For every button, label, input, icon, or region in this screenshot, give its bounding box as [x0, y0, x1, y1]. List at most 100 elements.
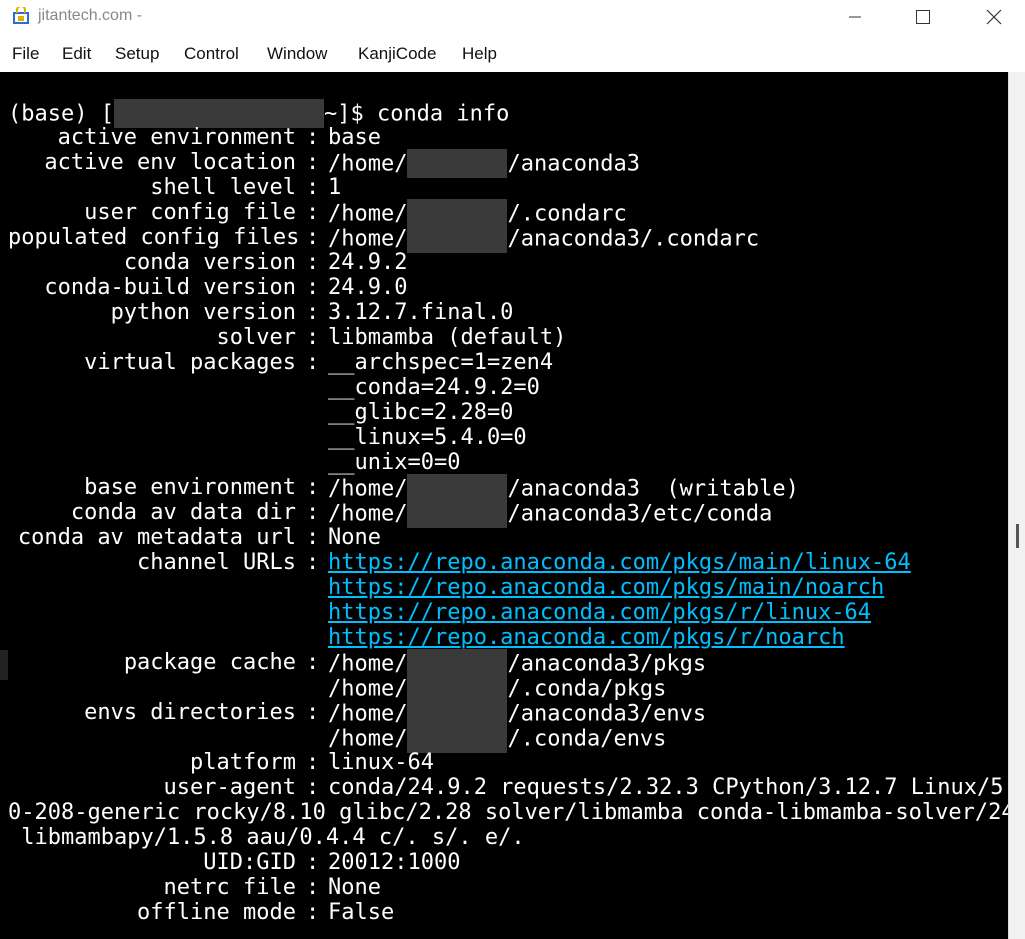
info-colon: : — [306, 750, 320, 775]
value-text: __archspec=1=zen4 — [328, 350, 554, 375]
channel-url-link[interactable]: https://repo.anaconda.com/pkgs/main/linu… — [328, 550, 911, 575]
app-icon — [13, 7, 29, 24]
path-suffix: /anaconda3 — [507, 151, 640, 177]
terminal-window: jitantech.com - File Edit Setup Control … — [0, 0, 1025, 939]
menu-bar: File Edit Setup Control Window KanjiCode… — [0, 38, 1025, 70]
vertical-scrollbar[interactable] — [1008, 72, 1025, 939]
info-value[interactable]: https://repo.anaconda.com/pkgs/main/noar… — [328, 575, 884, 600]
path-suffix: /anaconda3 (writable) — [507, 476, 799, 502]
channel-url-link[interactable]: https://repo.anaconda.com/pkgs/main/noar… — [328, 575, 884, 600]
info-colon: : — [306, 325, 320, 350]
redacted-hostname — [113, 99, 324, 128]
path-prefix: /home/ — [328, 476, 408, 502]
info-value: None — [328, 875, 381, 900]
value-text: libmamba (default) — [328, 325, 567, 350]
info-label: active environment — [57, 125, 296, 150]
value-text: 24.9.0 — [328, 275, 408, 300]
path-suffix: /anaconda3/envs — [507, 701, 707, 727]
info-label: user config file — [84, 200, 296, 225]
info-colon: : — [306, 250, 320, 275]
value-text: 3.12.7.final.0 — [328, 300, 514, 325]
redacted-username — [407, 724, 508, 753]
path-suffix: /anaconda3/pkgs — [507, 651, 707, 677]
info-colon: : — [306, 350, 320, 375]
info-value: __archspec=1=zen4 — [328, 350, 553, 375]
path-suffix: /.condarc — [507, 201, 627, 227]
title-bar[interactable]: jitantech.com - — [0, 0, 1025, 34]
minimize-button[interactable] — [832, 0, 878, 34]
info-label: conda av data dir — [70, 500, 296, 525]
info-colon: : — [306, 500, 320, 525]
info-colon: : — [306, 275, 320, 300]
info-label: envs directories — [84, 700, 296, 725]
path-prefix: /home/ — [328, 501, 408, 527]
scrollbar-thumb[interactable] — [1016, 524, 1019, 548]
info-value[interactable]: https://repo.anaconda.com/pkgs/r/linux-6… — [328, 600, 871, 625]
menu-setup[interactable]: Setup — [115, 44, 159, 64]
path-prefix: /home/ — [328, 151, 408, 177]
info-colon: : — [306, 225, 320, 250]
info-label: user-agent — [163, 775, 296, 800]
info-colon: : — [306, 125, 320, 150]
path-suffix: /.conda/pkgs — [507, 676, 667, 702]
info-colon: : — [306, 200, 320, 225]
menu-kanjicode[interactable]: KanjiCode — [358, 44, 436, 64]
menu-help[interactable]: Help — [462, 44, 497, 64]
info-value: __unix=0=0 — [328, 450, 460, 475]
info-label: active env location — [44, 150, 296, 175]
prompt-line: (base) [~]$ conda info — [8, 75, 509, 128]
close-icon — [986, 9, 1002, 25]
redacted-username — [407, 224, 508, 253]
value-text: __linux=5.4.0=0 — [328, 425, 527, 450]
value-text: __glibc=2.28=0 — [328, 400, 514, 425]
minimize-icon — [849, 16, 861, 18]
info-label: offline mode — [137, 900, 296, 925]
info-value: 20012:1000 — [328, 850, 460, 875]
menu-edit[interactable]: Edit — [62, 44, 91, 64]
info-colon: : — [306, 875, 320, 900]
info-label: netrc file — [163, 875, 296, 900]
info-label: UID:GID — [203, 850, 296, 875]
menu-file[interactable]: File — [12, 44, 39, 64]
info-label: conda-build version — [44, 275, 296, 300]
value-text: __unix=0=0 — [328, 450, 461, 475]
info-value[interactable]: https://repo.anaconda.com/pkgs/r/noarch — [328, 625, 845, 650]
info-label: solver — [216, 325, 296, 350]
info-value[interactable]: https://repo.anaconda.com/pkgs/main/linu… — [328, 550, 911, 575]
info-value: linux-64 — [328, 750, 434, 775]
info-value: __conda=24.9.2=0 — [328, 375, 540, 400]
path-prefix: /home/ — [328, 676, 408, 702]
terminal-left-edge — [0, 72, 8, 939]
wrapped-text: 0-208-generic rocky/8.10 glibc/2.28 solv… — [8, 800, 1008, 825]
menu-control[interactable]: Control — [184, 44, 239, 64]
redacted-username — [407, 499, 508, 528]
wrapped-text: libmambapy/1.5.8 aau/0.4.4 c/. s/. e/. — [8, 825, 525, 850]
maximize-button[interactable] — [900, 0, 946, 34]
maximize-icon — [916, 10, 930, 24]
menu-window[interactable]: Window — [267, 44, 327, 64]
channel-url-link[interactable]: https://repo.anaconda.com/pkgs/r/noarch — [328, 625, 845, 650]
info-label: shell level — [150, 175, 296, 200]
info-colon: : — [306, 475, 320, 500]
value-text: False — [328, 900, 395, 925]
info-value: 24.9.0 — [328, 275, 407, 300]
path-prefix: /home/ — [328, 726, 408, 752]
info-label: conda av metadata url — [17, 525, 296, 550]
info-value: __linux=5.4.0=0 — [328, 425, 527, 450]
channel-url-link[interactable]: https://repo.anaconda.com/pkgs/r/linux-6… — [328, 600, 871, 625]
info-colon: : — [306, 550, 320, 575]
info-colon: : — [306, 700, 320, 725]
info-value: 24.9.2 — [328, 250, 407, 275]
path-suffix: /anaconda3/.condarc — [507, 226, 760, 252]
info-label: conda version — [123, 250, 296, 275]
window-title: jitantech.com - — [38, 7, 143, 24]
terminal-output[interactable]: (base) [~]$ conda info active environmen… — [8, 72, 1008, 939]
info-label: base environment — [84, 475, 296, 500]
path-suffix: /anaconda3/etc/conda — [507, 501, 773, 527]
info-label: virtual packages — [84, 350, 296, 375]
prompt-prefix: (base) [ — [8, 101, 114, 127]
path-prefix: /home/ — [328, 201, 408, 227]
info-label: platform — [190, 750, 296, 775]
close-button[interactable] — [971, 0, 1017, 34]
info-value: conda/24.9.2 requests/2.32.3 CPython/3.1… — [328, 775, 1008, 800]
